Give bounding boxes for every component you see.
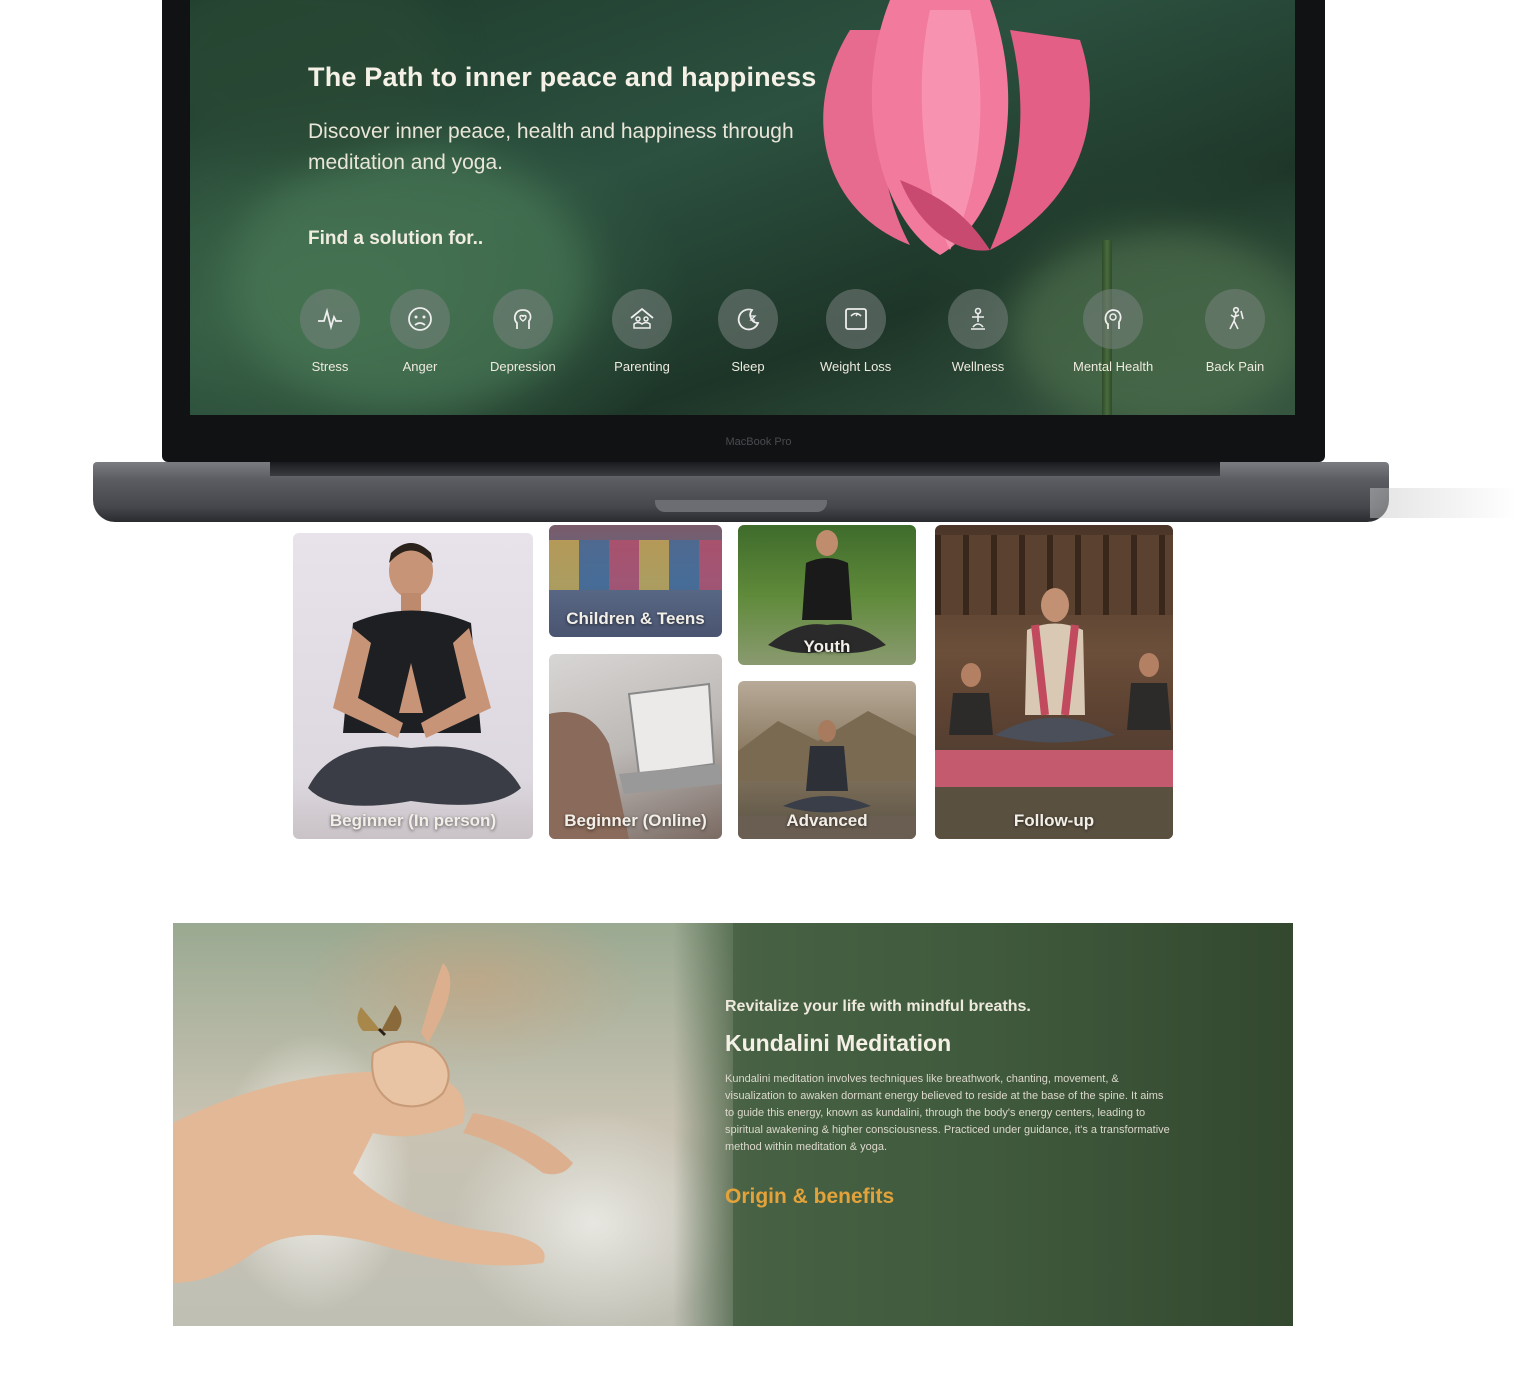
program-label: Advanced [786,811,868,830]
kundalini-title: Kundalini Meditation [725,1030,952,1056]
program-label: Youth [803,637,851,656]
solution-mental-health[interactable]: Mental Health [1073,289,1153,374]
solution-label: Wellness [951,359,1005,374]
program-card-beginner-online[interactable]: Beginner (Online) [549,654,722,839]
kundalini-tagline: Revitalize your life with mindful breath… [725,998,1031,1015]
laptop-notch [655,500,827,512]
solution-label: Stress [311,359,349,374]
solution-depression[interactable]: Depression [490,289,556,374]
program-label: Beginner (Online) [564,811,707,830]
solution-label: Parenting [614,359,670,374]
solution-wellness[interactable]: Wellness [948,289,1008,374]
solution-label: Mental Health [1073,359,1154,374]
hand-mudra [173,963,573,1283]
angry-face-icon [390,289,450,349]
back-icon [1205,289,1265,349]
butterfly-icon [357,1005,402,1037]
laptop-screen: The Path to inner peace and happiness Di… [190,0,1295,415]
head-heart-icon [492,289,553,349]
kundalini-description: Kundalini meditation involves techniques… [725,1073,1170,1153]
solution-list: Stress Anger Depression Parenting Sleep [300,289,1290,389]
hero-title: The Path to inner peace and happiness [308,62,817,92]
origin-benefits-link[interactable]: Origin & benefits [725,1185,894,1209]
kundalini-banner: Revitalize your life with mindful breath… [173,923,1293,1326]
laptop-hinge [270,462,1220,476]
kids-group-photo [549,540,722,590]
solution-label: Anger [402,359,438,374]
solution-label: Back Pain [1205,359,1265,374]
program-card-advanced[interactable]: Advanced [738,681,916,839]
solution-sleep[interactable]: Sleep [718,289,778,374]
solution-parenting[interactable]: Parenting [612,289,672,374]
brain-icon [1083,289,1144,349]
wellness-icon [948,289,1008,349]
solution-label: Depression [490,359,556,374]
meditation-hand-photo [173,923,733,1326]
solution-back-pain[interactable]: Back Pain [1205,289,1265,374]
program-card-youth[interactable]: Youth [738,525,916,665]
find-solution-label: Find a solution for.. [308,228,484,249]
program-label: Follow-up [1013,811,1095,830]
laptop-shadow [1370,488,1517,518]
moon-icon [718,289,778,349]
solution-anger[interactable]: Anger [390,289,450,374]
solution-label: Weight Loss [820,359,892,374]
meditating-man [308,543,521,806]
program-label: Beginner (In person) [329,811,497,830]
scale-icon [825,289,886,349]
pulse-icon [300,289,360,349]
program-label: Children & Teens [566,609,705,628]
program-card-beginner-in-person[interactable]: Beginner (In person) [293,533,533,839]
group-meditation [935,588,1173,839]
laptop-brand: MacBook Pro [725,436,792,448]
hero-subtitle: Discover inner peace, health and happine… [308,120,794,174]
program-card-children-teens[interactable]: Children & Teens [549,525,722,637]
solution-weight-loss[interactable]: Weight Loss [820,289,891,374]
solution-label: Sleep [731,359,765,374]
solution-stress[interactable]: Stress [300,289,360,374]
family-icon [612,289,672,349]
program-card-follow-up[interactable]: Follow-up [935,525,1173,839]
